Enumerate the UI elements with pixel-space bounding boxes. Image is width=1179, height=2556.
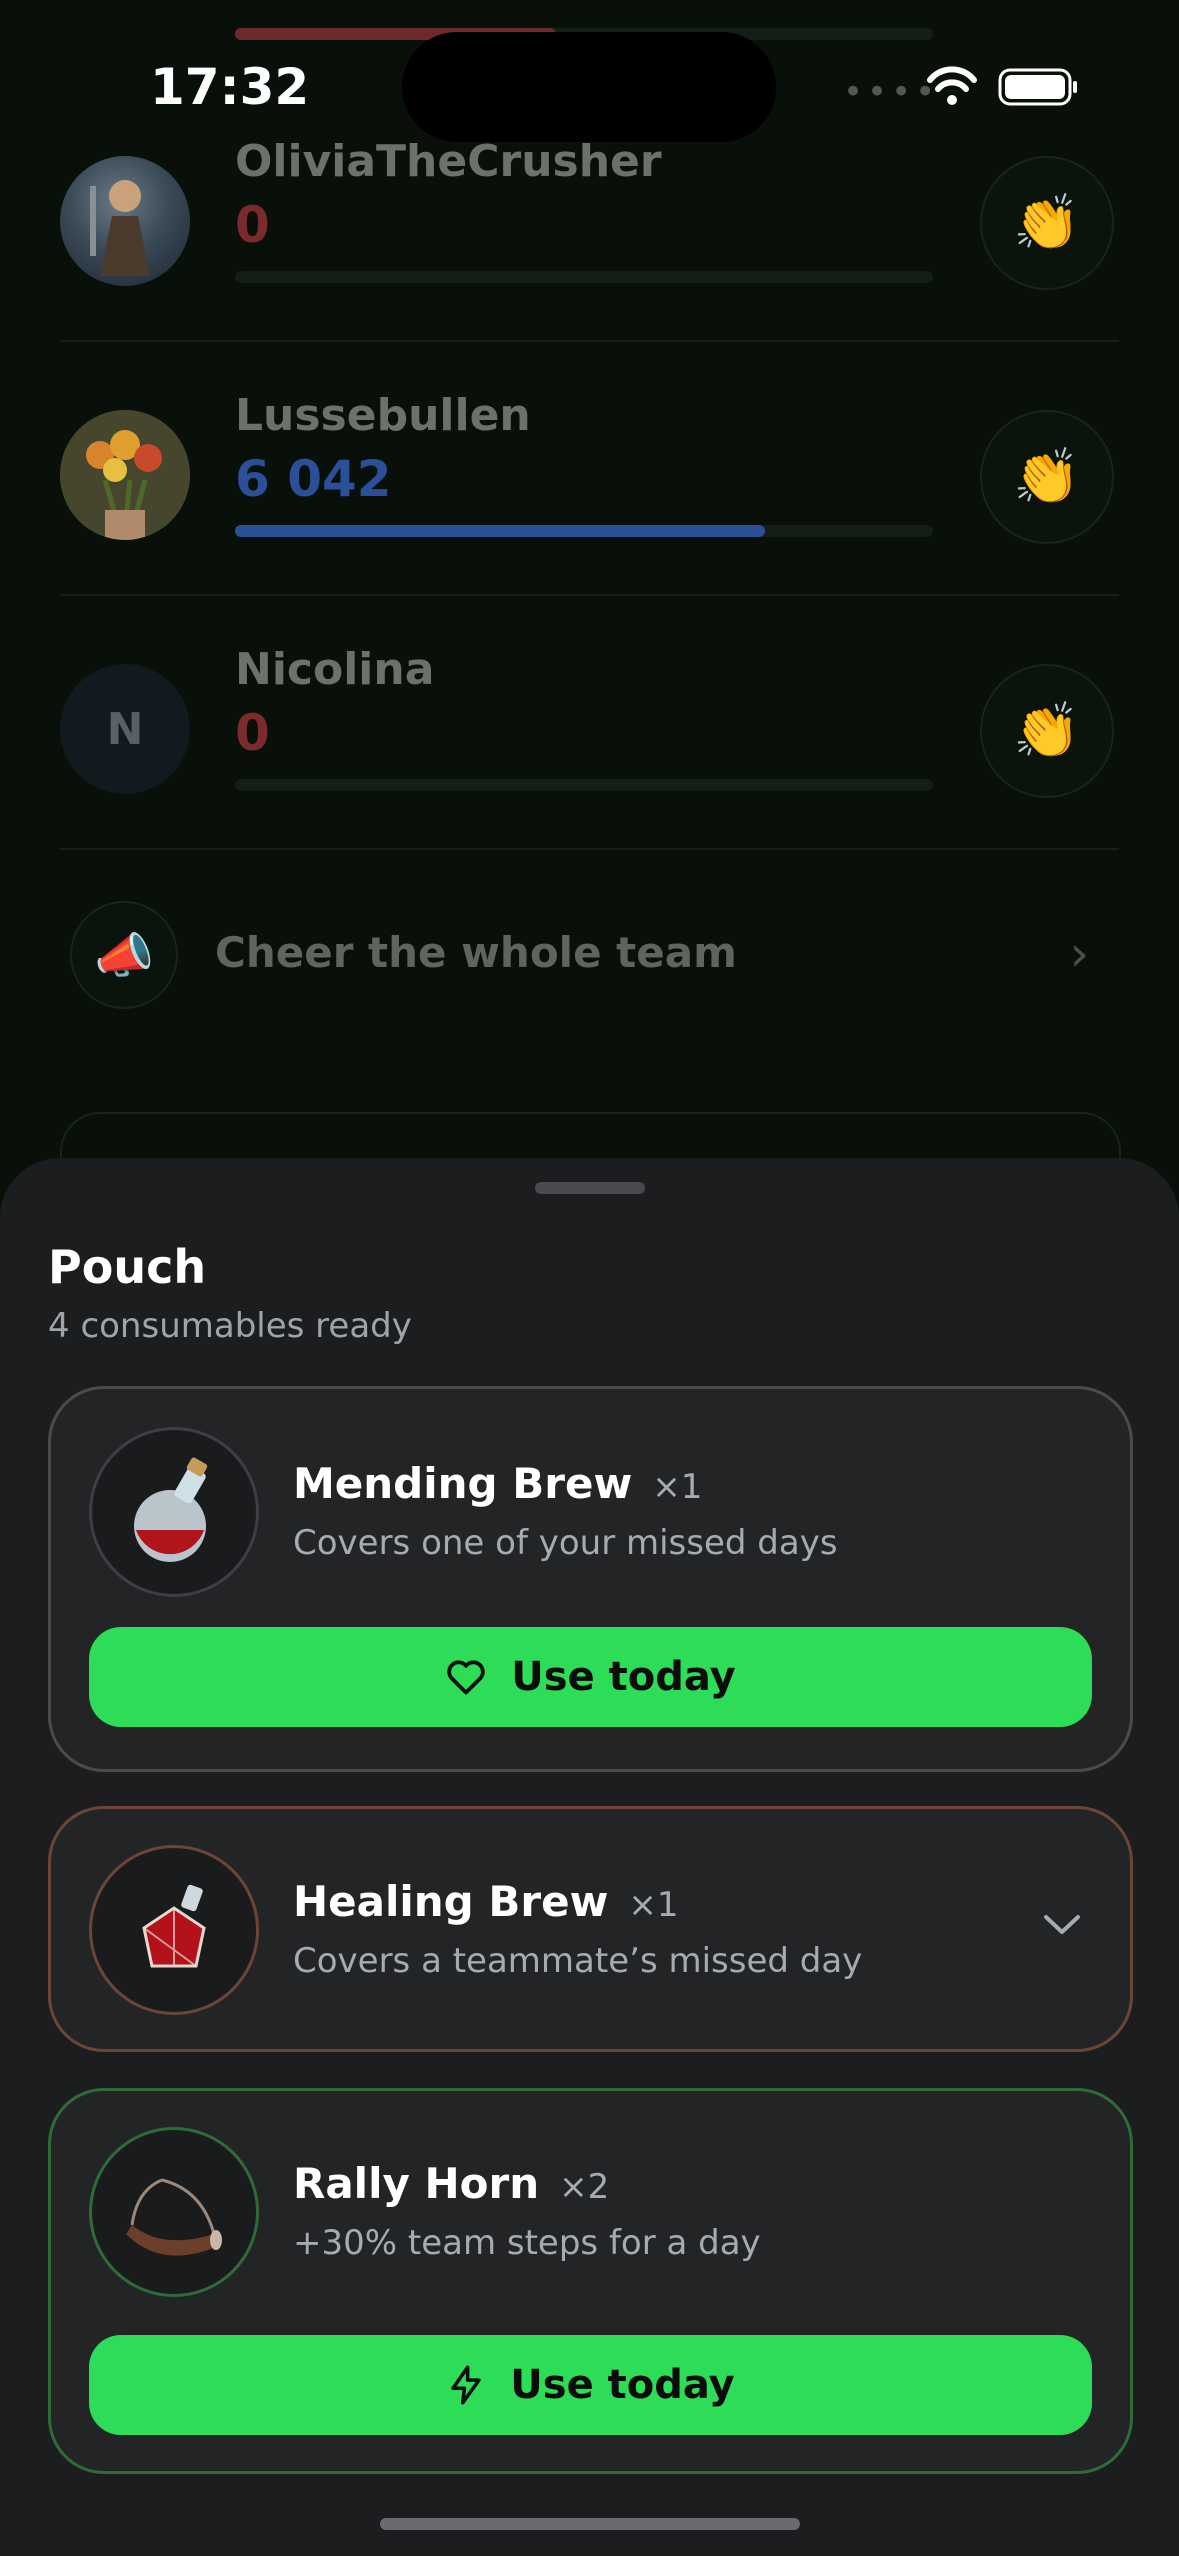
wifi-icon	[927, 66, 977, 105]
battery-icon	[998, 68, 1077, 106]
clap-button[interactable]: 👏	[980, 156, 1114, 290]
member-name: Lussebullen	[235, 390, 531, 441]
sheet-subtitle: 4 consumables ready	[48, 1306, 412, 1346]
potion-icon	[89, 1427, 259, 1597]
clap-button[interactable]: 👏	[980, 410, 1114, 544]
item-name: Healing Brew ×1	[293, 1877, 679, 1926]
member-steps: 6 042	[235, 450, 392, 508]
item-description: Covers one of your missed days	[293, 1523, 838, 1563]
item-description: Covers a teammate’s missed day	[293, 1941, 863, 1981]
horn-icon	[89, 2127, 259, 2297]
use-today-label: Use today	[510, 2362, 735, 2408]
cheer-team-row[interactable]: 📣 Cheer the whole team ›	[60, 866, 1119, 1046]
megaphone-icon: 📣	[70, 901, 178, 1009]
use-today-button[interactable]: Use today	[89, 1627, 1092, 1727]
pouch-sheet: Pouch 4 consumables ready Mending Brew ×1…	[0, 1158, 1179, 2556]
flask-icon	[89, 1845, 259, 2015]
member-steps: 0	[235, 704, 270, 762]
team-member-row[interactable]: Lussebullen 6 042 👏	[60, 340, 1119, 596]
member-name: Nicolina	[235, 644, 435, 695]
clap-icon: 👏	[1013, 445, 1081, 508]
member-steps: 0	[235, 196, 270, 254]
item-card-rally-horn: Rally Horn ×2 +30% team steps for a day U…	[48, 2088, 1133, 2474]
item-qty: ×1	[628, 1885, 679, 1925]
item-description: +30% team steps for a day	[293, 2223, 761, 2263]
clap-button[interactable]: 👏	[980, 664, 1114, 798]
member-name: OliviaTheCrusher	[235, 136, 662, 187]
sheet-grabber[interactable]	[535, 1182, 645, 1194]
heart-icon	[447, 1660, 485, 1695]
avatar-initial: N	[106, 703, 144, 755]
use-today-label: Use today	[511, 1654, 736, 1700]
item-name: Rally Horn ×2	[293, 2159, 610, 2208]
item-card-mending-brew: Mending Brew ×1 Covers one of your missed…	[48, 1386, 1133, 1772]
sheet-title: Pouch	[48, 1240, 207, 1294]
chevron-right-icon: ›	[1069, 926, 1089, 982]
item-qty: ×1	[652, 1467, 703, 1507]
status-icons	[920, 62, 1080, 112]
member-progress	[235, 525, 933, 537]
item-card-healing-brew[interactable]: Healing Brew ×1 Covers a teammate’s misse…	[48, 1806, 1133, 2052]
chevron-down-icon[interactable]	[1042, 1901, 1082, 1947]
avatar	[60, 156, 190, 286]
use-today-button[interactable]: Use today	[89, 2335, 1092, 2435]
home-indicator[interactable]	[380, 2518, 800, 2530]
clap-icon: 👏	[1013, 191, 1081, 254]
team-list-background: OliviaTheCrusher 0 👏 Lussebullen 6 042 👏…	[0, 0, 1179, 1300]
cheer-label: Cheer the whole team	[215, 928, 737, 977]
team-member-row[interactable]: N Nicolina 0 👏	[60, 594, 1119, 850]
clap-icon: 👏	[1013, 699, 1081, 762]
lightning-icon	[451, 2365, 481, 2405]
item-qty: ×2	[559, 2167, 610, 2207]
member-progress	[235, 271, 933, 283]
member-progress	[235, 779, 933, 791]
avatar	[60, 410, 190, 540]
dynamic-island	[402, 32, 776, 142]
status-time: 17:32	[150, 58, 310, 116]
item-name: Mending Brew ×1	[293, 1459, 703, 1508]
avatar: N	[60, 664, 190, 794]
